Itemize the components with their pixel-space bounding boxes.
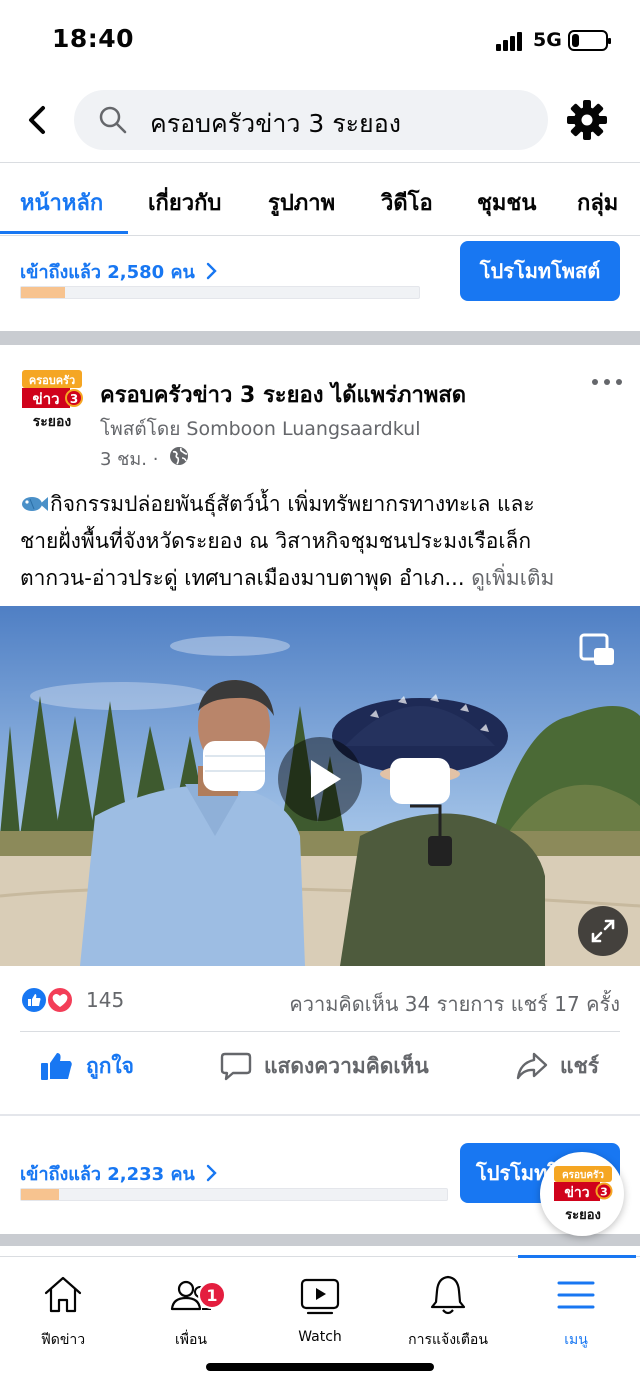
reach-text: เข้าถึงแล้ว 2,580 คน xyxy=(20,262,195,283)
nav-item-news-feed[interactable]: ฟีดข่าว xyxy=(8,1273,118,1351)
video-player[interactable] xyxy=(0,606,640,966)
chevron-left-icon xyxy=(29,106,45,134)
logo-text-line1: ครอบครัว xyxy=(29,374,75,387)
status-time: 18:40 xyxy=(52,24,135,53)
globe-icon xyxy=(170,447,188,465)
svg-text:ครอบครัว: ครอบครัว xyxy=(562,1169,604,1181)
search-query: ครอบครัวข่าว 3 ระยอง xyxy=(150,109,401,138)
active-tab-indicator xyxy=(0,231,128,234)
search-header: ครอบครัวข่าว 3 ระยอง xyxy=(0,82,640,162)
thumbs-up-icon xyxy=(41,1053,72,1080)
logo-channel-number: 3 xyxy=(70,392,78,406)
fullscreen-button[interactable] xyxy=(578,906,628,956)
promote-post-button[interactable]: โปรโมทโพสต์ xyxy=(460,241,620,301)
post-text-line-1: กิจกรรมปล่อยพันธุ์สัตว์น้ำ เพิ่มทรัพยากร… xyxy=(50,492,535,516)
nav-label-friends: เพื่อน xyxy=(175,1332,207,1348)
home-icon xyxy=(44,1276,82,1313)
chevron-right-icon xyxy=(206,1164,217,1182)
reactions-summary[interactable] xyxy=(20,986,76,1014)
share-button[interactable]: แชร์ xyxy=(516,1042,599,1090)
back-button[interactable] xyxy=(18,100,58,140)
play-icon[interactable] xyxy=(275,734,365,824)
active-nav-indicator xyxy=(518,1255,636,1258)
section-divider xyxy=(0,331,640,345)
reach-link[interactable]: เข้าถึงแล้ว 2,580 คน xyxy=(20,257,219,286)
comment-button[interactable]: แสดงความคิดเห็น xyxy=(220,1042,429,1090)
reach-progress-bar xyxy=(20,286,420,299)
reach-link-2[interactable]: เข้าถึงแล้ว 2,233 คน xyxy=(20,1159,219,1188)
logo-text-line3: ระยอง xyxy=(33,414,72,430)
bell-icon xyxy=(430,1275,466,1315)
section-divider xyxy=(0,1114,640,1116)
page-logo-icon: ครอบครัว ข่าว 3 ระยอง xyxy=(22,370,83,430)
nav-item-menu[interactable]: เมนู xyxy=(521,1273,631,1351)
battery-level xyxy=(572,34,579,47)
post-author: โพสต์โดย Somboon Luangsaardkul xyxy=(100,418,421,440)
tab-home[interactable]: หน้าหลัก xyxy=(20,185,103,220)
svg-text:ระยอง: ระยอง xyxy=(565,1208,601,1223)
status-bar: 18:40 5G xyxy=(0,0,640,82)
page-logo-icon: ครอบครัว ข่าว 3 ระยอง xyxy=(554,1166,613,1223)
tab-community[interactable]: ชุมชน xyxy=(477,185,536,220)
page-avatar[interactable]: ครอบครัว ข่าว 3 ระยอง xyxy=(20,368,84,432)
share-label: แชร์ xyxy=(560,1053,600,1078)
reach-progress-fill xyxy=(21,287,65,298)
svg-text:ข่าว: ข่าว xyxy=(564,1185,589,1201)
nav-label-notifications: การแจ้งเตือน xyxy=(408,1332,488,1348)
floating-page-avatar[interactable]: ครอบครัว ข่าว 3 ระยอง xyxy=(540,1152,624,1236)
nav-label-watch: Watch xyxy=(298,1329,342,1345)
comment-icon xyxy=(220,1052,252,1081)
menu-icon xyxy=(557,1281,595,1309)
post-text-line-2: ชายฝั่งพื้นที่จังหวัดระยอง ณ วิสาหกิจชุม… xyxy=(20,529,532,553)
signal-icon xyxy=(496,31,524,51)
nav-item-friends[interactable]: เพื่อน 1 xyxy=(136,1273,246,1351)
post-body: กิจกรรมปล่อยพันธุ์สัตว์น้ำ เพิ่มทรัพยากร… xyxy=(20,486,620,597)
tab-groups[interactable]: กลุ่ม xyxy=(577,185,618,220)
post-text-line-3: ตากวน-อ่าวประดู่ เทศบาลเมืองมาบตาพุด อำเ… xyxy=(20,566,465,590)
nav-label-news-feed: ฟีดข่าว xyxy=(40,1332,86,1348)
reach-text-2: เข้าถึงแล้ว 2,233 คน xyxy=(20,1164,195,1185)
search-input[interactable]: ครอบครัวข่าว 3 ระยอง xyxy=(74,90,548,150)
battery-icon xyxy=(568,30,611,51)
tab-videos[interactable]: วิดีโอ xyxy=(381,185,433,220)
friends-badge: 1 xyxy=(198,1281,226,1309)
nav-label-menu: เมนู xyxy=(564,1332,588,1348)
fish-icon xyxy=(22,497,48,511)
see-more-link[interactable]: ดูเพิ่มเติม xyxy=(471,566,554,590)
share-icon xyxy=(516,1052,548,1080)
network-type: 5G xyxy=(533,29,562,51)
watch-icon xyxy=(300,1278,340,1315)
logo-text-line2: ข่าว xyxy=(32,390,59,408)
comment-label: แสดงความคิดเห็น xyxy=(264,1053,429,1078)
reach-progress-fill-2 xyxy=(21,1189,60,1200)
post-options-button[interactable] xyxy=(592,376,624,390)
home-indicator xyxy=(206,1363,434,1371)
picture-in-picture-icon[interactable] xyxy=(578,632,616,668)
expand-icon xyxy=(591,919,615,943)
tab-photos[interactable]: รูปภาพ xyxy=(268,185,335,220)
page-name-link[interactable]: ครอบครัวข่าว 3 ระยอง xyxy=(100,383,323,408)
post-title: ครอบครัวข่าว 3 ระยอง ได้แพร่ภาพสด xyxy=(100,377,466,412)
settings-button[interactable] xyxy=(565,98,609,142)
tab-about[interactable]: เกี่ยวกับ xyxy=(148,185,221,220)
page-tabs: หน้าหลัก เกี่ยวกับ รูปภาพ วิดีโอ ชุมชน ก… xyxy=(0,163,640,235)
gear-icon xyxy=(567,100,607,140)
reach-progress-bar-2 xyxy=(20,1188,448,1201)
comments-shares-count[interactable]: ความคิดเห็น 34 รายการ แชร์ 17 ครั้ง xyxy=(289,988,620,1020)
nav-item-notifications[interactable]: การแจ้งเตือน xyxy=(393,1273,503,1351)
reaction-count[interactable]: 145 xyxy=(86,988,124,1012)
post-action: ได้แพร่ภาพสด xyxy=(331,383,467,408)
more-dot-icon xyxy=(592,379,598,385)
like-label: ถูกใจ xyxy=(86,1053,134,1078)
search-icon xyxy=(99,106,127,134)
svg-text:3: 3 xyxy=(600,1186,608,1199)
post-timestamp[interactable]: 3 ชม. · xyxy=(100,444,158,473)
nav-item-watch[interactable]: Watch xyxy=(265,1273,375,1345)
like-button[interactable]: ถูกใจ xyxy=(40,1042,134,1090)
like-love-reactions-icon xyxy=(20,986,74,1014)
chevron-right-icon xyxy=(206,262,217,280)
